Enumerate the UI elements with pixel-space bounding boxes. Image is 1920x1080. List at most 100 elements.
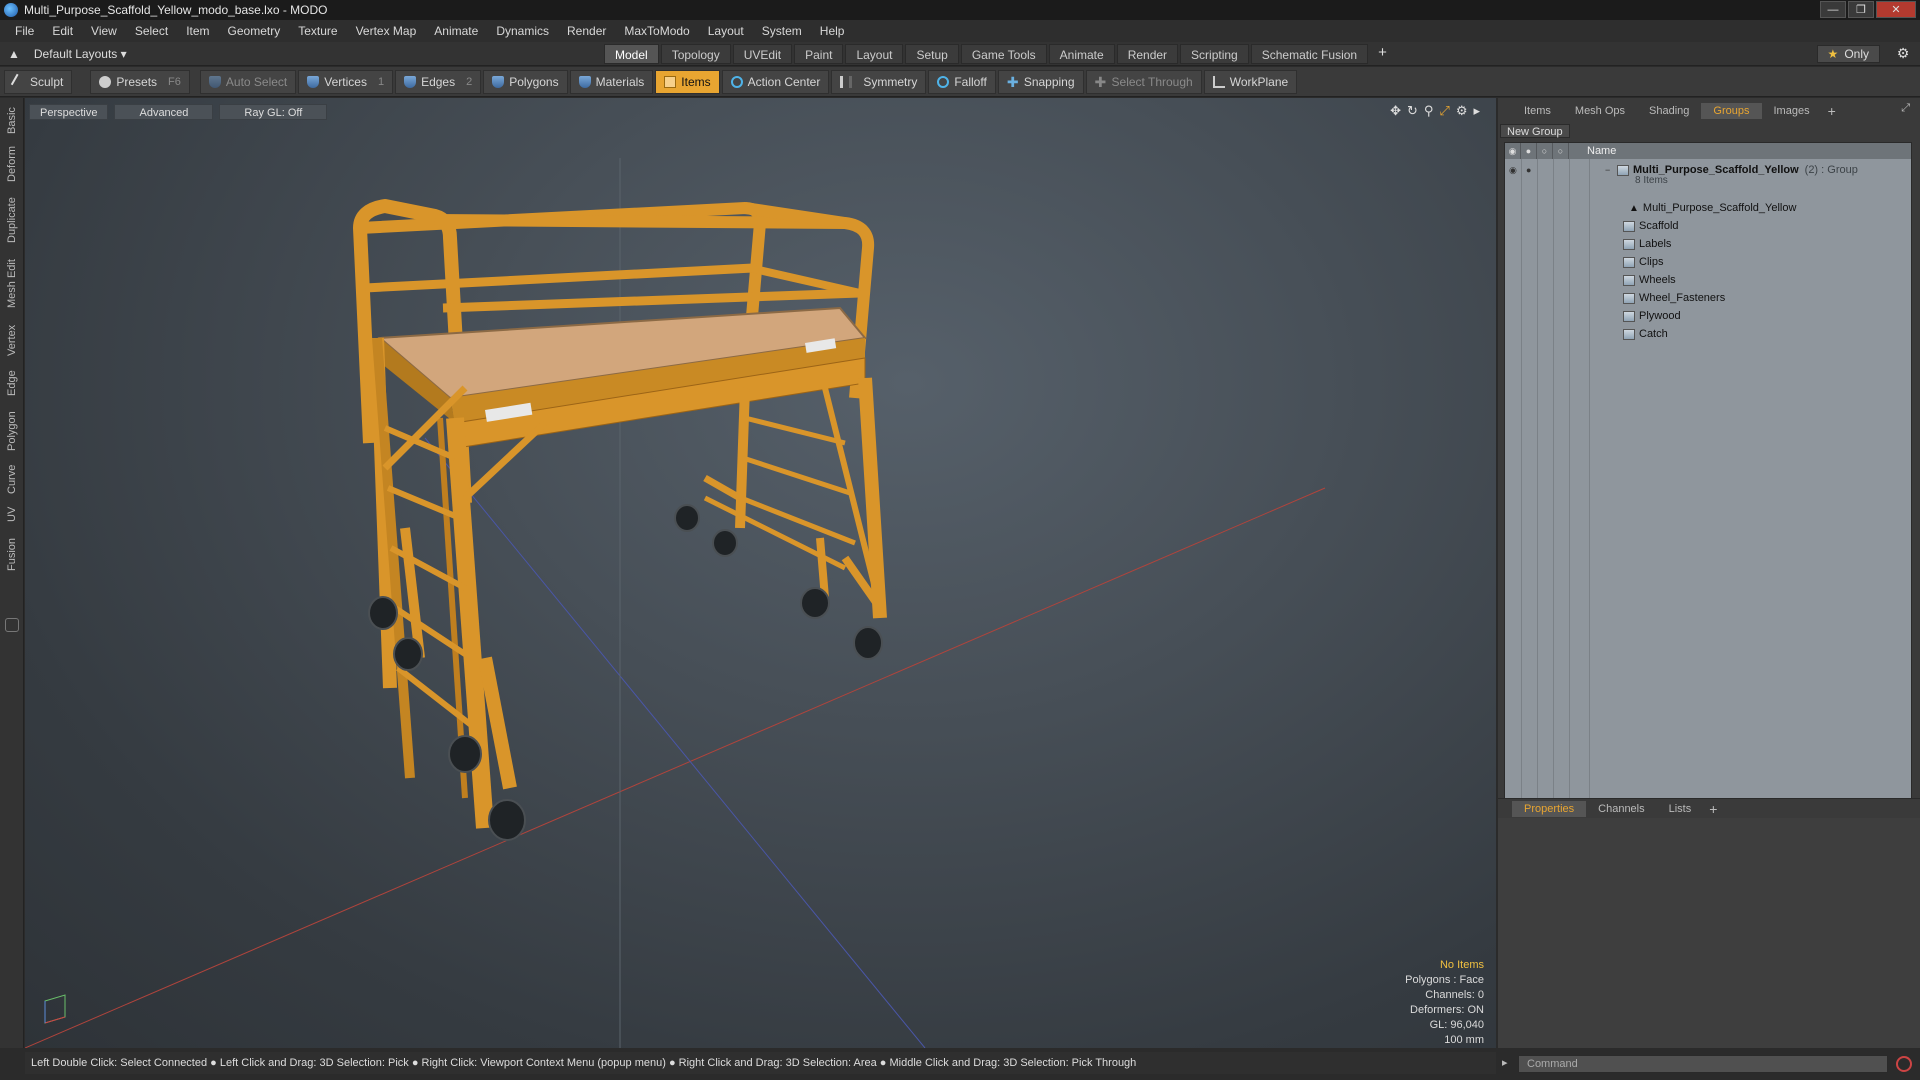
- layout-selector[interactable]: ▲ Default Layouts ▾: [8, 47, 127, 61]
- tab-topology[interactable]: Topology: [660, 44, 731, 64]
- menu-animate[interactable]: Animate: [425, 24, 487, 38]
- menu-edit[interactable]: Edit: [43, 24, 82, 38]
- menu-help[interactable]: Help: [811, 24, 854, 38]
- add-properties-tab-icon[interactable]: +: [1703, 801, 1723, 817]
- minimize-icon[interactable]: —: [1820, 1, 1846, 18]
- tree-row-item[interactable]: Plywood: [1505, 307, 1911, 325]
- tree-row-item[interactable]: Wheel_Fasteners: [1505, 289, 1911, 307]
- snapping-button[interactable]: ✚ Snapping: [997, 69, 1084, 94]
- new-group-button[interactable]: New Group: [1500, 124, 1570, 138]
- eye-icon[interactable]: ◉: [1509, 165, 1517, 176]
- select-column-icon[interactable]: ○: [1553, 143, 1569, 159]
- workplane-button[interactable]: WorkPlane: [1203, 69, 1298, 94]
- auto-select-button[interactable]: Auto Select: [199, 69, 297, 94]
- expand-icon[interactable]: ⤢: [1901, 102, 1910, 115]
- menu-vertex-map[interactable]: Vertex Map: [347, 24, 426, 38]
- rtab-shading[interactable]: Shading: [1637, 103, 1701, 119]
- vtab-vertex[interactable]: Vertex: [2, 320, 22, 360]
- rtab-mesh-ops[interactable]: Mesh Ops: [1563, 103, 1637, 119]
- restore-icon[interactable]: ❐: [1848, 1, 1874, 18]
- vtab-deform[interactable]: Deform: [2, 144, 22, 184]
- rtab-images[interactable]: Images: [1762, 103, 1822, 119]
- tab-model[interactable]: Model: [604, 44, 659, 64]
- add-tab-icon[interactable]: +: [1370, 44, 1395, 64]
- tab-lists[interactable]: Lists: [1657, 801, 1704, 817]
- vertices-button[interactable]: Vertices 1: [298, 69, 394, 94]
- vtab-fusion[interactable]: Fusion: [2, 532, 22, 576]
- collapse-icon[interactable]: −: [1605, 165, 1610, 175]
- tree-row-group[interactable]: ◉ ● − Multi_Purpose_Scaffold_Yellow (2) …: [1505, 161, 1911, 179]
- tab-animate[interactable]: Animate: [1048, 44, 1115, 64]
- pan-icon[interactable]: ✥: [1390, 103, 1401, 119]
- menu-select[interactable]: Select: [126, 24, 177, 38]
- add-panel-tab-icon[interactable]: +: [1822, 103, 1842, 119]
- command-input[interactable]: Command: [1518, 1055, 1888, 1073]
- menu-maxtomodo[interactable]: MaxToModo: [615, 24, 698, 38]
- menu-item[interactable]: Item: [177, 24, 218, 38]
- tab-render[interactable]: Render: [1116, 44, 1179, 64]
- tab-game-tools[interactable]: Game Tools: [960, 44, 1047, 64]
- menu-render[interactable]: Render: [558, 24, 615, 38]
- lock-column-icon[interactable]: ●: [1521, 143, 1537, 159]
- only-button[interactable]: ★ Only: [1816, 45, 1880, 63]
- gear-icon[interactable]: ⚙: [1894, 45, 1912, 63]
- vtab-uv[interactable]: UV: [2, 502, 22, 526]
- tree-row-item[interactable]: Labels: [1505, 235, 1911, 253]
- vtab-duplicate[interactable]: Duplicate: [2, 192, 22, 248]
- fit-icon[interactable]: ⤢: [1439, 103, 1449, 119]
- tree-row-item[interactable]: ▲ Multi_Purpose_Scaffold_Yellow: [1505, 199, 1911, 217]
- rotate-icon[interactable]: ↻: [1407, 103, 1418, 119]
- select-through-button[interactable]: ✚ Select Through: [1085, 69, 1202, 94]
- tab-properties[interactable]: Properties: [1512, 800, 1587, 817]
- name-column-header[interactable]: Name: [1575, 145, 1616, 157]
- edges-button[interactable]: Edges 2: [395, 69, 482, 94]
- sculpt-button[interactable]: Sculpt: [4, 69, 73, 94]
- rtab-items[interactable]: Items: [1512, 103, 1563, 119]
- perspective-button[interactable]: Perspective: [29, 104, 109, 120]
- menu-system[interactable]: System: [753, 24, 811, 38]
- tree-row-item[interactable]: Catch: [1505, 325, 1911, 343]
- action-center-button[interactable]: Action Center: [721, 69, 830, 94]
- tree-row-item[interactable]: Wheels: [1505, 271, 1911, 289]
- visibility-column-icon[interactable]: ◉: [1505, 143, 1521, 159]
- command-history-icon[interactable]: ▸: [1502, 1056, 1508, 1069]
- tab-setup[interactable]: Setup: [905, 44, 959, 64]
- presets-button[interactable]: Presets F6: [90, 69, 190, 94]
- zoom-icon[interactable]: ⚲: [1424, 103, 1434, 119]
- viewport-menu-arrow-icon[interactable]: ▸: [1473, 103, 1480, 119]
- tree-row-item[interactable]: Scaffold: [1505, 217, 1911, 235]
- tab-scripting[interactable]: Scripting: [1180, 44, 1249, 64]
- vtab-basic[interactable]: Basic: [2, 106, 22, 136]
- advanced-button[interactable]: Advanced: [114, 104, 214, 120]
- symmetry-button[interactable]: Symmetry: [831, 69, 927, 94]
- tab-channels[interactable]: Channels: [1586, 801, 1656, 817]
- tab-paint[interactable]: Paint: [794, 44, 844, 64]
- tab-layout[interactable]: Layout: [845, 44, 904, 64]
- tree-row-item[interactable]: Clips: [1505, 253, 1911, 271]
- falloff-button[interactable]: Falloff: [928, 69, 996, 94]
- menu-texture[interactable]: Texture: [289, 24, 346, 38]
- rtab-groups[interactable]: Groups: [1701, 103, 1762, 119]
- menu-view[interactable]: View: [82, 24, 126, 38]
- command-stop-icon[interactable]: [1896, 1056, 1912, 1072]
- panel-toggle-icon[interactable]: [5, 618, 19, 632]
- vtab-mesh-edit[interactable]: Mesh Edit: [2, 256, 22, 312]
- render-column-icon[interactable]: ○: [1537, 143, 1553, 159]
- close-icon[interactable]: ✕: [1876, 1, 1916, 18]
- raygl-button[interactable]: Ray GL: Off: [219, 104, 328, 120]
- viewport-gear-icon[interactable]: ⚙: [1456, 103, 1468, 119]
- items-button[interactable]: Items: [655, 69, 720, 94]
- tab-schematic-fusion[interactable]: Schematic Fusion: [1250, 44, 1369, 64]
- vtab-polygon[interactable]: Polygon: [2, 406, 22, 456]
- menu-layout[interactable]: Layout: [699, 24, 753, 38]
- materials-button[interactable]: Materials: [569, 69, 654, 94]
- vtab-edge[interactable]: Edge: [2, 366, 22, 400]
- 3d-viewport[interactable]: Perspective Advanced Ray GL: Off ✥ ↻ ⚲ ⤢…: [25, 98, 1496, 1048]
- lock-icon[interactable]: ●: [1526, 165, 1531, 175]
- menu-geometry[interactable]: Geometry: [219, 24, 290, 38]
- layout-up-icon[interactable]: ▲: [8, 47, 20, 61]
- tab-uvedit[interactable]: UVEdit: [732, 44, 793, 64]
- menu-file[interactable]: File: [6, 24, 43, 38]
- vtab-curve[interactable]: Curve: [2, 460, 22, 498]
- menu-dynamics[interactable]: Dynamics: [487, 24, 558, 38]
